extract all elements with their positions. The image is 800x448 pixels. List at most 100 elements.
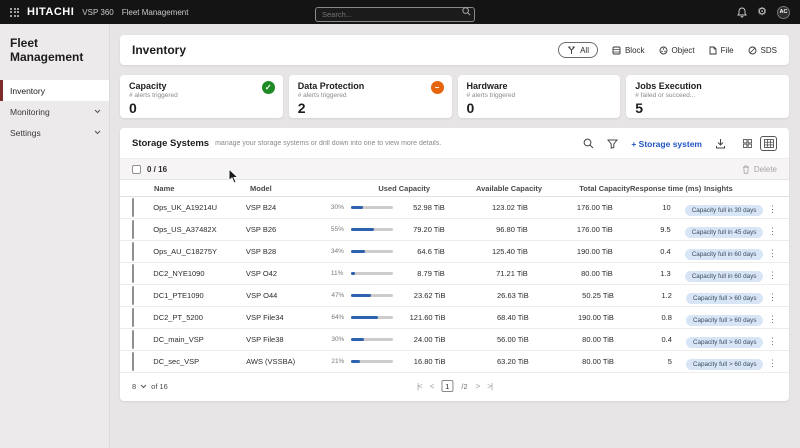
sidebar-item-inventory[interactable]: Inventory xyxy=(0,80,109,101)
response-time-value: 10 xyxy=(662,203,671,212)
table-row[interactable]: DC2_PT_5200 VSP File34 64% 121.60 TiB 68.… xyxy=(120,307,789,329)
select-all-checkbox[interactable] xyxy=(132,164,141,174)
app-launcher-icon[interactable] xyxy=(10,7,19,17)
row-menu-icon[interactable]: ⋮ xyxy=(768,248,777,258)
table-row[interactable]: Ops_UK_A19214U VSP B24 30% 52.98 TiB 123.… xyxy=(120,197,789,219)
page-title: Inventory xyxy=(132,43,187,57)
view-filter-file[interactable]: File xyxy=(709,46,734,55)
next-page-icon[interactable]: > xyxy=(476,382,481,391)
insight-badge: Capacity full > 60 days xyxy=(685,292,764,304)
row-checkbox[interactable] xyxy=(132,307,134,327)
used-percent: 55% xyxy=(330,226,344,233)
total-capacity-value: 190.00 TiB xyxy=(576,247,613,256)
total-capacity-value: 80.00 TiB xyxy=(581,269,613,278)
row-menu-icon[interactable]: ⋮ xyxy=(768,270,777,280)
sidebar-item-label: Monitoring xyxy=(10,106,50,117)
row-checkbox[interactable] xyxy=(132,351,134,371)
used-capacity-bar xyxy=(350,272,393,275)
notifications-bell-icon[interactable] xyxy=(737,7,747,18)
card-subtitle: # alerts triggered xyxy=(297,92,347,99)
row-menu-icon[interactable]: ⋮ xyxy=(768,336,777,346)
used-capacity-value: 52.98 TiB xyxy=(413,203,445,212)
user-avatar[interactable]: AC xyxy=(777,5,790,19)
column-header-model: Model xyxy=(250,183,272,193)
column-header-name: Name xyxy=(154,183,175,193)
sidebar-item-monitoring[interactable]: Monitoring xyxy=(0,101,109,122)
table-row[interactable]: Ops_AU_C18275Y VSP B28 34% 64.6 TiB 125.4… xyxy=(120,241,789,263)
insight-badge: Capacity full in 60 days xyxy=(684,270,764,282)
storage-name: Ops_US_A37482X xyxy=(153,225,217,234)
used-capacity-value: 23.62 TiB xyxy=(413,291,446,300)
total-capacity-value: 190.00 TiB xyxy=(578,313,614,322)
storage-model: VSP O42 xyxy=(245,269,278,278)
global-search-input[interactable] xyxy=(315,7,475,22)
previous-page-icon[interactable]: < xyxy=(430,382,435,391)
row-menu-icon[interactable]: ⋮ xyxy=(768,226,777,236)
row-menu-icon[interactable]: ⋮ xyxy=(768,358,777,368)
table-row[interactable]: Ops_US_A37482X VSP B26 55% 79.20 TiB 96.8… xyxy=(120,219,789,241)
row-checkbox[interactable] xyxy=(132,263,134,283)
sidebar-item-settings[interactable]: Settings xyxy=(0,122,109,143)
storage-panel-description: manage your storage systems or drill dow… xyxy=(215,140,442,147)
rows-per-page-value[interactable]: 8 xyxy=(132,382,136,391)
filter-funnel-icon[interactable] xyxy=(607,139,619,149)
page-header: Inventory All Block Object File SDS xyxy=(120,35,789,65)
table-search-icon[interactable] xyxy=(583,138,594,149)
view-filter-sds[interactable]: SDS xyxy=(748,46,777,55)
download-icon[interactable] xyxy=(715,138,726,149)
last-page-icon[interactable]: >| xyxy=(487,382,493,391)
card-capacity[interactable]: Capacity # alerts triggered 0 ✓ xyxy=(120,75,283,118)
card-hardware[interactable]: Hardware # alerts triggered 0 xyxy=(457,75,621,118)
block-storage-icon xyxy=(612,46,621,54)
card-data-protection[interactable]: Data Protection # alerts triggered 2 − xyxy=(288,75,452,118)
row-checkbox[interactable] xyxy=(132,197,134,217)
rows-total-label: of 16 xyxy=(151,381,168,391)
pagination-bar: 8 of 16 |< < 1 /2 > >| xyxy=(120,373,789,399)
row-checkbox[interactable] xyxy=(132,241,134,261)
insight-badge: Capacity full in 45 days xyxy=(684,226,764,238)
card-view-toggle-icon[interactable] xyxy=(739,136,756,151)
view-filter-block[interactable]: Block xyxy=(612,46,645,55)
row-checkbox[interactable] xyxy=(132,329,134,349)
column-header-insights: Insights xyxy=(704,183,733,193)
row-menu-icon[interactable]: ⋮ xyxy=(768,204,777,214)
view-filter-object[interactable]: Object xyxy=(659,46,695,55)
delete-button[interactable]: Delete xyxy=(742,165,777,174)
table-row[interactable]: DC2_NYE1090 VSP O42 11% 8.79 TiB 71.21 Ti… xyxy=(120,263,789,285)
main-content: Inventory All Block Object File SDS Capa… xyxy=(110,24,800,448)
row-checkbox[interactable] xyxy=(132,285,134,305)
table-header-row: Name Model Used Capacity Available Capac… xyxy=(120,180,789,197)
available-capacity-value: 71.21 TiB xyxy=(496,269,528,278)
row-menu-icon[interactable]: ⋮ xyxy=(768,292,777,302)
storage-model: VSP B24 xyxy=(245,203,277,212)
card-subtitle: # alerts triggered xyxy=(129,92,178,99)
column-header-total-capacity: Total Capacity xyxy=(579,183,630,193)
table-row[interactable]: DC_sec_VSP AWS (VSSBA) 21% 16.80 TiB 63.2… xyxy=(120,351,789,373)
search-icon xyxy=(462,7,471,16)
view-filter-group: All Block Object File SDS xyxy=(558,42,777,58)
card-title: Hardware xyxy=(466,81,508,91)
sidebar-item-label: Inventory xyxy=(10,85,45,96)
current-page-input[interactable]: 1 xyxy=(441,380,454,392)
view-filter-all[interactable]: All xyxy=(558,42,598,58)
row-checkbox[interactable] xyxy=(132,219,134,239)
used-percent: 64% xyxy=(331,314,345,321)
table-row[interactable]: DC_main_VSP VSP File38 30% 24.00 TiB 56.0… xyxy=(120,329,789,351)
selection-bar: 0 / 16 Delete xyxy=(120,158,789,180)
card-jobs-execution[interactable]: Jobs Execution # failed or succeed... 5 xyxy=(626,75,789,118)
add-storage-system-button[interactable]: + Storage system xyxy=(631,139,702,149)
table-row[interactable]: DC1_PTE1090 VSP O44 47% 23.62 TiB 26.63 T… xyxy=(120,285,789,307)
table-view-toggle-icon[interactable] xyxy=(760,136,777,151)
first-page-icon[interactable]: |< xyxy=(417,382,423,391)
response-time-value: 9.5 xyxy=(660,225,671,234)
storage-name: DC1_PTE1090 xyxy=(153,291,204,300)
sidebar-title: Fleet Management xyxy=(10,36,84,64)
used-percent: 21% xyxy=(331,358,345,365)
card-value: 2 xyxy=(297,100,306,116)
used-capacity-value: 16.80 TiB xyxy=(413,357,446,366)
available-capacity-value: 123.02 TiB xyxy=(491,203,528,212)
used-capacity-bar xyxy=(351,294,394,297)
chevron-down-icon[interactable] xyxy=(140,384,147,389)
row-menu-icon[interactable]: ⋮ xyxy=(768,314,777,324)
settings-gear-icon[interactable]: ⚙ xyxy=(757,6,767,18)
